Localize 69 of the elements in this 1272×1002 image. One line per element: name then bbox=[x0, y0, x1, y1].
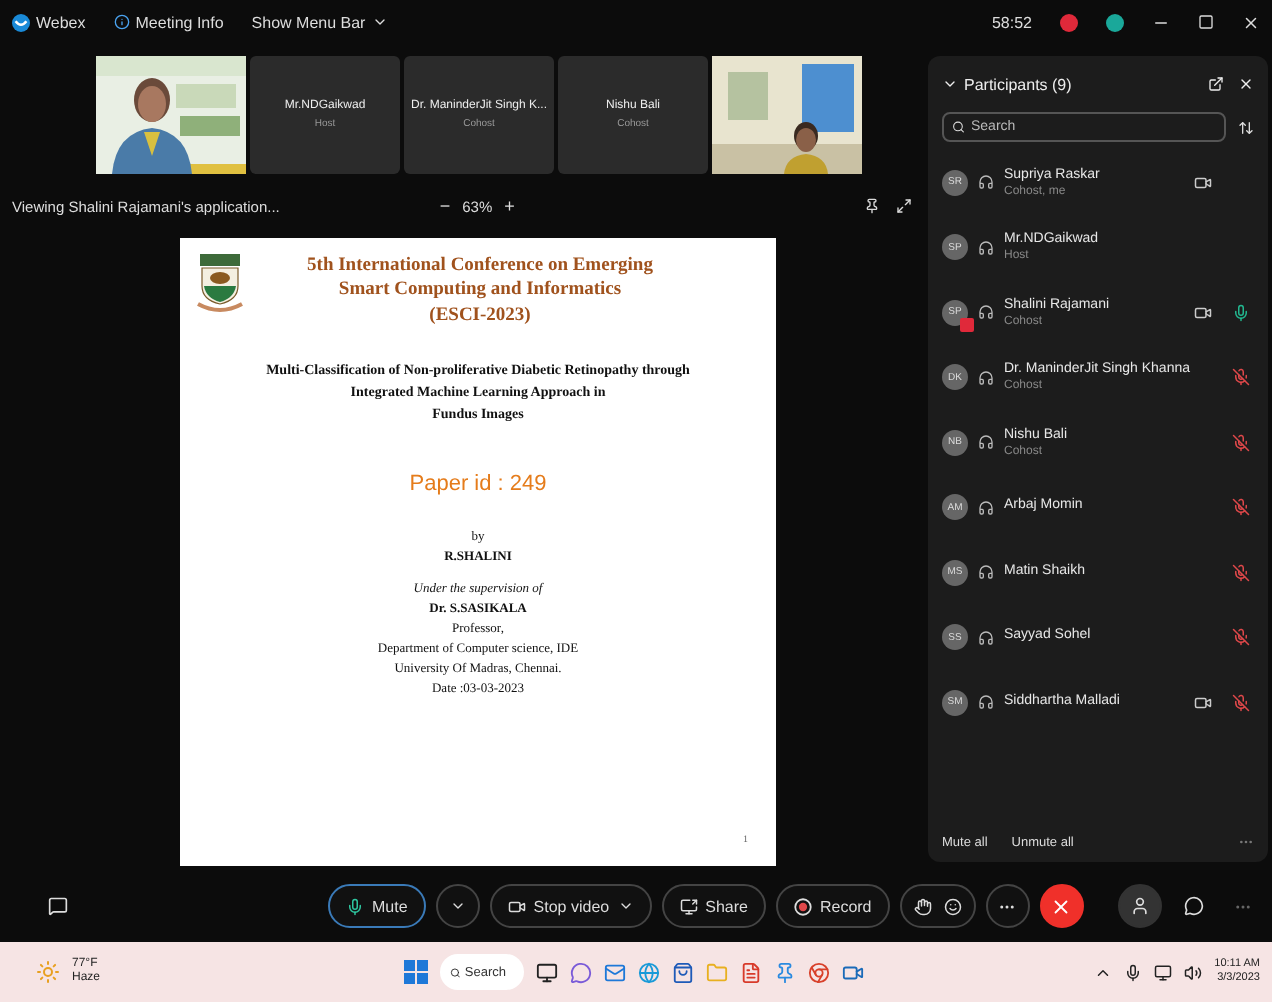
university-crest-icon bbox=[196, 254, 244, 314]
menu-bar-toggle[interactable]: Show Menu Bar bbox=[251, 13, 388, 31]
audio-icon bbox=[978, 499, 994, 516]
conference-title: (ESCI-2023) bbox=[429, 303, 531, 329]
audio-icon bbox=[978, 694, 994, 711]
menu-item[interactable]: Meeting Info bbox=[113, 13, 224, 31]
zoom-out-button[interactable]: − bbox=[439, 196, 451, 217]
task-view-icon[interactable] bbox=[536, 961, 559, 983]
audio-icon bbox=[978, 174, 994, 191]
menu-item[interactable]: Webex bbox=[12, 13, 86, 31]
microphone-icon[interactable] bbox=[1124, 963, 1143, 981]
record-icon bbox=[793, 897, 812, 915]
leave-button[interactable] bbox=[1039, 884, 1084, 928]
conference-title: 5th International Conference on Emerging bbox=[307, 254, 653, 279]
maximize-icon[interactable] bbox=[1198, 14, 1214, 30]
mail-icon[interactable] bbox=[604, 961, 627, 983]
video-icon bbox=[507, 897, 526, 915]
caret-icon bbox=[617, 898, 634, 914]
close-icon[interactable] bbox=[1238, 76, 1254, 92]
start-icon[interactable] bbox=[404, 960, 429, 984]
collapse-icon[interactable] bbox=[942, 76, 958, 92]
meeting-timer: 58:52 bbox=[991, 13, 1032, 31]
volume-icon[interactable] bbox=[1184, 963, 1203, 981]
recording-indicator-icon bbox=[1060, 13, 1078, 31]
zoom-in-button[interactable]: + bbox=[504, 196, 515, 217]
chevron-down-icon bbox=[371, 14, 388, 30]
chat-app-icon[interactable] bbox=[570, 961, 593, 983]
share-icon bbox=[679, 897, 698, 915]
chrome-icon[interactable] bbox=[808, 961, 831, 983]
sort-icon[interactable] bbox=[1238, 119, 1254, 135]
reactions-button[interactable] bbox=[899, 884, 976, 928]
video-button[interactable]: Stop video bbox=[489, 884, 652, 928]
conference-title: Smart Computing and Informatics bbox=[338, 278, 622, 304]
paper-id: Paper id : 249 bbox=[409, 471, 547, 496]
smiley-icon bbox=[943, 897, 962, 915]
browser-icon[interactable] bbox=[638, 961, 661, 983]
pin-icon[interactable] bbox=[864, 198, 880, 215]
audio-icon bbox=[978, 304, 994, 321]
audio-icon bbox=[978, 564, 994, 581]
close-icon bbox=[1050, 895, 1073, 917]
mute-button[interactable]: Mute bbox=[328, 884, 426, 928]
person-icon bbox=[1130, 896, 1150, 916]
weather-icon bbox=[36, 960, 60, 984]
participants-button[interactable] bbox=[1118, 884, 1162, 928]
document-icon[interactable] bbox=[740, 961, 763, 983]
audio-icon bbox=[978, 629, 994, 646]
expand-icon[interactable] bbox=[896, 198, 912, 215]
record-button[interactable]: Record bbox=[775, 884, 890, 928]
status-indicator-icon bbox=[1106, 13, 1124, 31]
pin-app-icon[interactable] bbox=[774, 961, 797, 983]
caret-icon bbox=[449, 898, 466, 914]
search-icon bbox=[450, 965, 461, 979]
info-icon bbox=[113, 14, 130, 30]
audio-icon bbox=[978, 434, 994, 451]
chat-icon[interactable] bbox=[1184, 896, 1204, 916]
audio-icon bbox=[978, 369, 994, 386]
audio-icon bbox=[978, 239, 994, 256]
share-button[interactable]: Share bbox=[661, 884, 766, 928]
chat-icon[interactable] bbox=[48, 896, 68, 916]
network-icon[interactable] bbox=[1154, 963, 1173, 981]
hand-icon bbox=[913, 897, 932, 915]
meeting-app-icon[interactable] bbox=[842, 961, 865, 983]
store-icon[interactable] bbox=[672, 961, 695, 983]
close-icon[interactable] bbox=[1242, 13, 1260, 31]
pop-out-icon[interactable] bbox=[1208, 76, 1224, 92]
search-icon bbox=[952, 120, 965, 134]
microphone-icon bbox=[346, 897, 364, 915]
panel-title: Participants (9) bbox=[964, 75, 1072, 93]
webex-logo-icon bbox=[12, 13, 30, 31]
